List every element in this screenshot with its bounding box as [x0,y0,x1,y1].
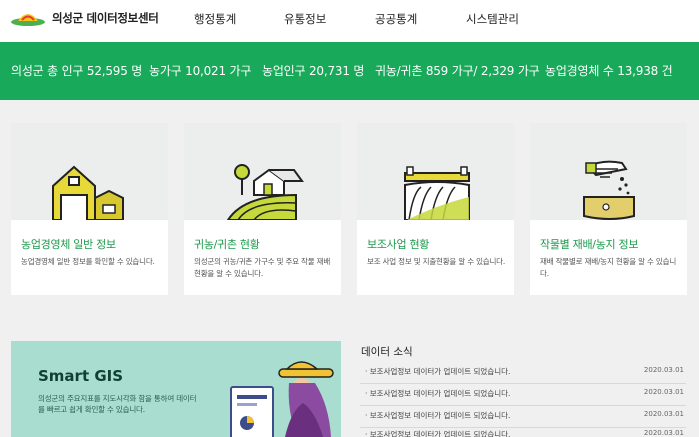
stat-total-population: 의성군 총 인구 52,595 명 [11,64,143,78]
card-image [11,123,168,220]
news-item-text: · 보조사업정보 데이터가 업데이트 되었습니다. [365,389,511,398]
card-farm-business[interactable]: 농업경영체 일반 정보 농업경영체 일반 정보를 확인할 수 있습니다. [11,123,168,295]
card-crop-farmland[interactable]: 작물별 재배/농지 정보 재배 작물별로 재배/농지 현황을 알 수 있습니다. [530,123,687,295]
card-image [530,123,687,220]
gis-title: Smart GIS [38,367,124,385]
data-news-panel: 데이터 소식 · 보조사업정보 데이터가 업데이트 되었습니다. 2020.03… [360,341,690,437]
news-item[interactable]: · 보조사업정보 데이터가 업데이트 되었습니다. 2020.03.01 [360,384,686,406]
news-title: 데이터 소식 [361,346,413,358]
nav-item-system-admin[interactable]: 시스템관리 [466,11,519,27]
stat-farm-businesses: 농업경영체 수 13,938 건 [545,64,673,78]
stat-return-farming: 귀농/귀촌 859 가구/ 2,329 가구 [375,64,540,78]
card-title: 작물별 재배/농지 정보 [540,238,639,251]
news-item-date: 2020.03.01 [643,410,684,418]
news-item[interactable]: · 보조사업정보 데이터가 업데이트 되었습니다. 2020.03.01 [360,425,686,437]
stats-banner: 의성군 총 인구 52,595 명 농가구 10,021 가구 농업인구 20,… [0,42,699,100]
gis-illustration [230,361,334,437]
news-item-date: 2020.03.01 [643,388,684,396]
card-image [357,123,514,220]
news-item-text: · 보조사업정보 데이터가 업데이트 되었습니다. [365,367,511,376]
news-item-date: 2020.03.01 [643,429,684,437]
card-description: 의성군의 귀농/귀촌 가구수 및 주요 작물 재배 현황을 알 수 있습니다. [194,257,331,278]
nav-item-admin-stats[interactable]: 행정통계 [194,11,236,27]
gis-description: 의성군의 주요지표를 지도시각화 함을 통하여 데이터를 빠르고 쉽게 확인할 … [38,394,197,414]
greenhouse-icon [404,166,470,220]
card-return-farming[interactable]: 귀농/귀촌 현황 의성군의 귀농/귀촌 가구수 및 주요 작물 재배 현황을 알… [184,123,341,295]
nav-item-public-stats[interactable]: 공공통계 [375,11,417,27]
house-field-icon [226,164,304,220]
card-subsidy[interactable]: 보조사업 현황 보조 사업 정보 및 지출현황을 알 수 있습니다. [357,123,514,295]
news-item[interactable]: · 보조사업정보 데이터가 업데이트 되었습니다. 2020.03.01 [360,362,686,384]
card-description: 재배 작물별로 재배/농지 현황을 알 수 있습니다. [540,257,677,278]
stat-farm-population: 농업인구 20,731 명 [262,64,365,78]
card-description: 보조 사업 정보 및 지출현황을 알 수 있습니다. [367,257,506,266]
news-item-text: · 보조사업정보 데이터가 업데이트 되었습니다. [365,411,511,420]
news-item-text: · 보조사업정보 데이터가 업데이트 되었습니다. [365,430,511,437]
news-item-date: 2020.03.01 [643,366,684,374]
main-nav: 행정통계 유통정보 공공통계 시스템관리 [0,11,699,27]
card-description: 농업경영체 일반 정보를 확인할 수 있습니다. [21,257,155,266]
barn-icon [52,165,124,220]
stat-farm-households: 농가구 10,021 가구 [149,64,252,78]
card-image [184,123,341,220]
top-header: 의성군 데이터정보센터 행정통계 유통정보 공공통계 시스템관리 [0,0,699,42]
card-title: 귀농/귀촌 현황 [194,238,260,251]
card-title: 보조사업 현황 [367,238,430,251]
nav-item-distribution[interactable]: 유통정보 [284,11,326,27]
smart-gis-banner[interactable]: Smart GIS 의성군의 주요지표를 지도시각화 함을 통하여 데이터를 빠… [11,341,341,437]
seed-hand-icon [583,160,635,220]
card-title: 농업경영체 일반 정보 [21,238,116,251]
